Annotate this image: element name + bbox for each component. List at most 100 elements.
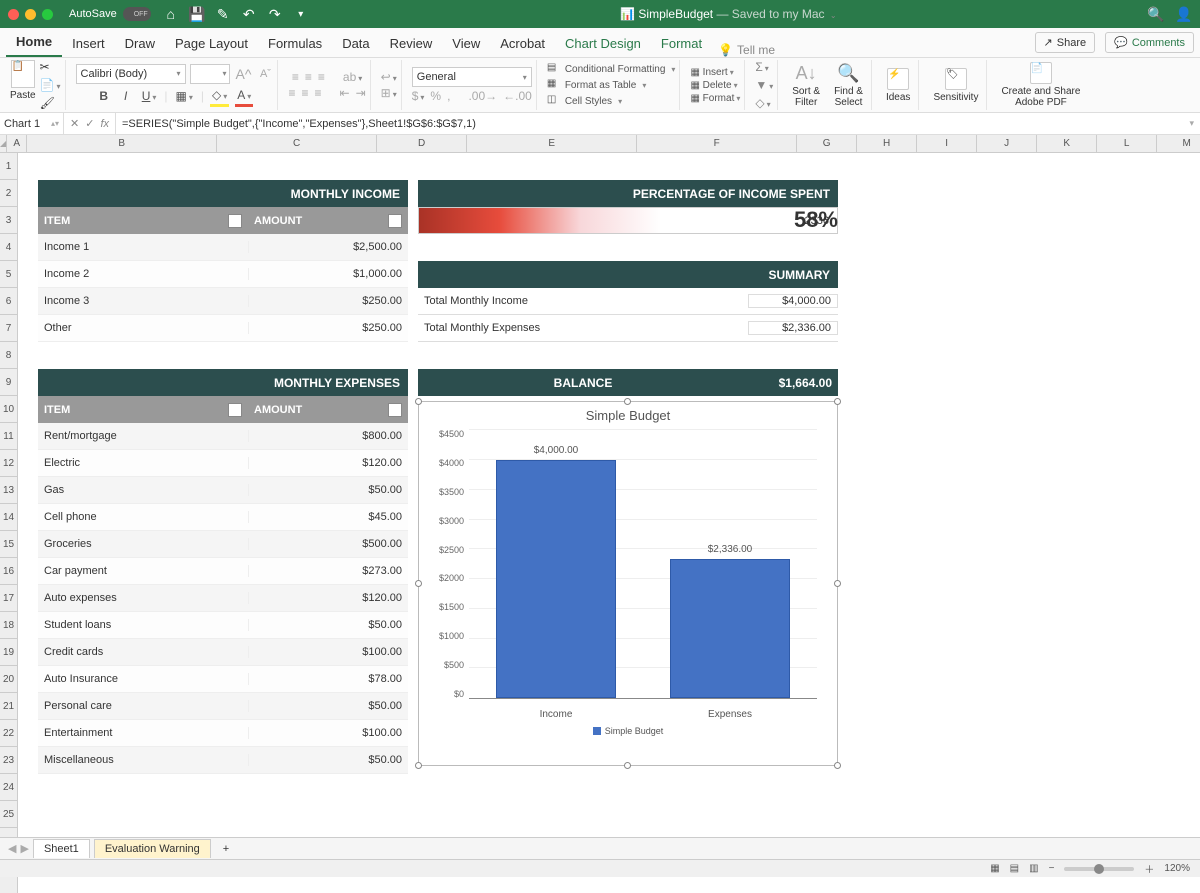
view-page-break-icon[interactable]: ▥ [1029,863,1038,874]
close-window-icon[interactable] [8,9,19,20]
autosave-toggle[interactable]: OFF [123,7,151,21]
income-item-header[interactable]: ITEM▾ [38,207,248,234]
filter-dropdown-icon[interactable]: ▾ [388,403,402,417]
next-sheet-icon[interactable]: ▶ [20,842,28,855]
table-row[interactable]: Rent/mortgage$800.00 [38,423,408,450]
align-top-icon[interactable]: ≡ [292,70,299,84]
table-row[interactable]: Cell phone$45.00 [38,504,408,531]
decrease-font-icon[interactable]: Aˇ [257,66,273,82]
sheet-tab-warning[interactable]: Evaluation Warning [94,839,211,858]
minimize-window-icon[interactable] [25,9,36,20]
percent-icon[interactable]: % [430,89,441,103]
table-row[interactable]: Income 3$250.00 [38,288,408,315]
prev-sheet-icon[interactable]: ◀ [8,842,16,855]
save-icon[interactable]: 💾 [189,6,205,22]
align-left-icon[interactable]: ≡ [288,86,295,100]
align-bottom-icon[interactable]: ≡ [318,70,325,84]
view-normal-icon[interactable]: ▦ [990,863,999,874]
increase-indent-icon[interactable]: ⇥ [356,86,366,100]
income-amount-header[interactable]: AMOUNT▾ [248,207,408,234]
home-icon[interactable]: ⌂ [163,6,179,22]
row-headers[interactable]: 1234567891011121314151617181920212223242… [0,153,18,893]
sensitivity-button[interactable]: 🏷Sensitivity [929,68,982,103]
format-as-table-button[interactable]: ▦Format as Table▾ [547,78,676,92]
table-row[interactable]: Auto Insurance$78.00 [38,666,408,693]
zoom-out-icon[interactable]: − [1049,863,1055,874]
add-sheet-button[interactable]: + [215,840,237,858]
table-row[interactable]: Personal care$50.00 [38,693,408,720]
increase-font-icon[interactable]: A^ [234,64,254,84]
zoom-window-icon[interactable] [42,9,53,20]
italic-button[interactable]: I [118,87,134,105]
table-row[interactable]: Credit cards$100.00 [38,639,408,666]
insert-cells-button[interactable]: ▦ Insert▾ [690,67,740,78]
table-row[interactable]: Car payment$273.00 [38,558,408,585]
redo-icon[interactable]: ↷ [267,6,283,22]
chart-bar[interactable]: $2,336.00 [670,559,790,698]
copy-icon[interactable]: 📄▾ [40,78,61,92]
summary-row[interactable]: Total Monthly Expenses$2,336.00 [418,315,838,342]
expand-formula-bar-icon[interactable]: ▾ [1183,118,1200,129]
align-center-icon[interactable]: ≡ [301,86,308,100]
search-icon[interactable]: 🔍 [1148,6,1164,22]
filter-dropdown-icon[interactable]: ▾ [388,214,402,228]
table-row[interactable]: Income 2$1,000.00 [38,261,408,288]
cancel-formula-icon[interactable]: ✕ [70,117,79,130]
font-color-button[interactable]: A▾ [235,86,253,107]
format-cells-button[interactable]: ▦ Format▾ [690,93,740,104]
select-all-corner[interactable]: ◢ [0,135,7,153]
decrease-decimal-icon[interactable]: ←.00 [503,89,532,103]
name-box[interactable]: Chart 1▴▾ [0,113,64,134]
worksheet[interactable]: MONTHLY INCOME ITEM▾ AMOUNT▾ Income 1$2,… [18,153,1200,893]
format-painter-icon[interactable]: 🖌 [40,96,61,110]
tab-view[interactable]: View [442,30,490,57]
embedded-chart[interactable]: Simple Budget $4500$4000$3500$3000$2500$… [418,401,838,766]
table-row[interactable]: Student loans$50.00 [38,612,408,639]
summary-row[interactable]: Total Monthly Income$4,000.00 [418,288,838,315]
wrap-text-icon[interactable]: ↩▾ [381,70,397,84]
conditional-formatting-button[interactable]: ▤Conditional Formatting▾ [547,62,676,76]
delete-cells-button[interactable]: ▦ Delete▾ [690,80,740,91]
tab-page-layout[interactable]: Page Layout [165,30,258,57]
orientation-icon[interactable]: ab▾ [343,70,362,84]
chart-plot-area[interactable]: $4,000.00 $2,336.00 [469,429,817,699]
find-select-button[interactable]: 🔍Find & Select [830,63,867,108]
expenses-item-header[interactable]: ITEM▾ [38,396,248,423]
chart-bar[interactable]: $4,000.00 [496,460,616,698]
tell-me[interactable]: 💡 Tell me [718,43,775,57]
tab-draw[interactable]: Draw [115,30,165,57]
tab-chart-design[interactable]: Chart Design [555,30,651,57]
number-format-select[interactable]: General▾ [412,67,532,87]
align-middle-icon[interactable]: ≡ [305,70,312,84]
filter-dropdown-icon[interactable]: ▾ [228,403,242,417]
tab-format[interactable]: Format [651,30,712,57]
table-row[interactable]: Entertainment$100.00 [38,720,408,747]
undo-icon[interactable]: ↶ [241,6,257,22]
tab-formulas[interactable]: Formulas [258,30,332,57]
enter-formula-icon[interactable]: ✓ [85,117,94,130]
ideas-button[interactable]: ⚡Ideas [882,68,914,103]
comments-button[interactable]: 💬 Comments [1105,32,1194,53]
table-row[interactable]: Income 1$2,500.00 [38,234,408,261]
expenses-amount-header[interactable]: AMOUNT▾ [248,396,408,423]
increase-decimal-icon[interactable]: .00→ [468,89,497,103]
cell-styles-button[interactable]: ◫Cell Styles▾ [547,94,676,108]
customize-qat-icon[interactable]: ▾ [293,6,309,22]
paste-button[interactable]: 📋 Paste [10,60,36,110]
table-row[interactable]: Electric$120.00 [38,450,408,477]
clear-icon[interactable]: ◇▾ [755,96,773,110]
table-row[interactable]: Auto expenses$120.00 [38,585,408,612]
account-icon[interactable]: 👤 [1176,6,1192,22]
bold-button[interactable]: B [96,87,112,105]
currency-icon[interactable]: $▾ [412,89,425,103]
table-row[interactable]: Groceries$500.00 [38,531,408,558]
autosum-icon[interactable]: Σ▾ [755,60,773,74]
decrease-indent-icon[interactable]: ⇤ [340,86,350,100]
tab-acrobat[interactable]: Acrobat [490,30,555,57]
tab-insert[interactable]: Insert [62,30,115,57]
filter-dropdown-icon[interactable]: ▾ [228,214,242,228]
comma-icon[interactable]: , [447,89,450,103]
table-row[interactable]: Other$250.00 [38,315,408,342]
underline-button[interactable]: U▾ [140,87,159,105]
zoom-slider[interactable] [1064,867,1134,871]
